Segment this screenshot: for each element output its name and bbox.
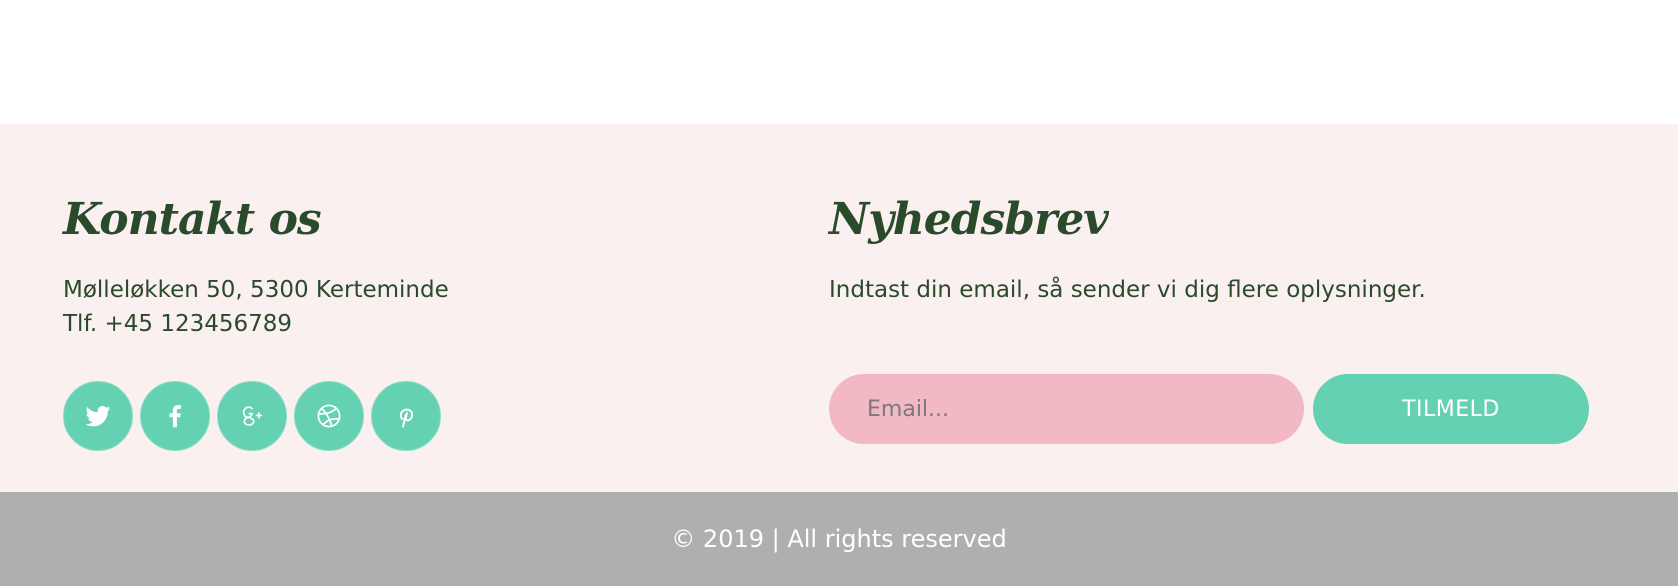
twitter-button[interactable]	[63, 381, 133, 451]
contact-section: Kontakt os Mølleløkken 50, 5300 Kertemin…	[63, 192, 763, 451]
email-input[interactable]	[829, 374, 1304, 444]
social-links	[63, 381, 763, 451]
pinterest-icon	[399, 408, 414, 428]
subscribe-button[interactable]: TILMELD	[1313, 374, 1589, 444]
twitter-icon	[85, 406, 111, 427]
newsletter-section: Nyhedsbrev Indtast din email, så sender …	[829, 192, 1629, 444]
newsletter-form: TILMELD	[829, 374, 1629, 444]
pinterest-button[interactable]	[371, 381, 441, 451]
contact-heading: Kontakt os	[63, 194, 322, 245]
facebook-button[interactable]	[140, 381, 210, 451]
contact-info: Mølleløkken 50, 5300 Kerteminde Tlf. +45…	[63, 273, 763, 341]
site-footer: Kontakt os Mølleløkken 50, 5300 Kertemin…	[0, 124, 1678, 492]
dribbble-icon	[317, 404, 341, 428]
contact-phone: Tlf. +45 123456789	[63, 311, 293, 337]
contact-address: Mølleløkken 50, 5300 Kerteminde	[63, 277, 449, 303]
copyright-text: © 2019 | All rights reserved	[671, 525, 1007, 553]
copyright-bar: © 2019 | All rights reserved	[0, 492, 1678, 586]
newsletter-heading: Nyhedsbrev	[829, 194, 1109, 245]
newsletter-description: Indtast din email, så sender vi dig fler…	[829, 277, 1426, 303]
google-plus-icon	[242, 406, 262, 426]
page-top-blank	[0, 0, 1678, 124]
google-plus-button[interactable]	[217, 381, 287, 451]
facebook-icon	[169, 405, 181, 428]
dribbble-button[interactable]	[294, 381, 364, 451]
